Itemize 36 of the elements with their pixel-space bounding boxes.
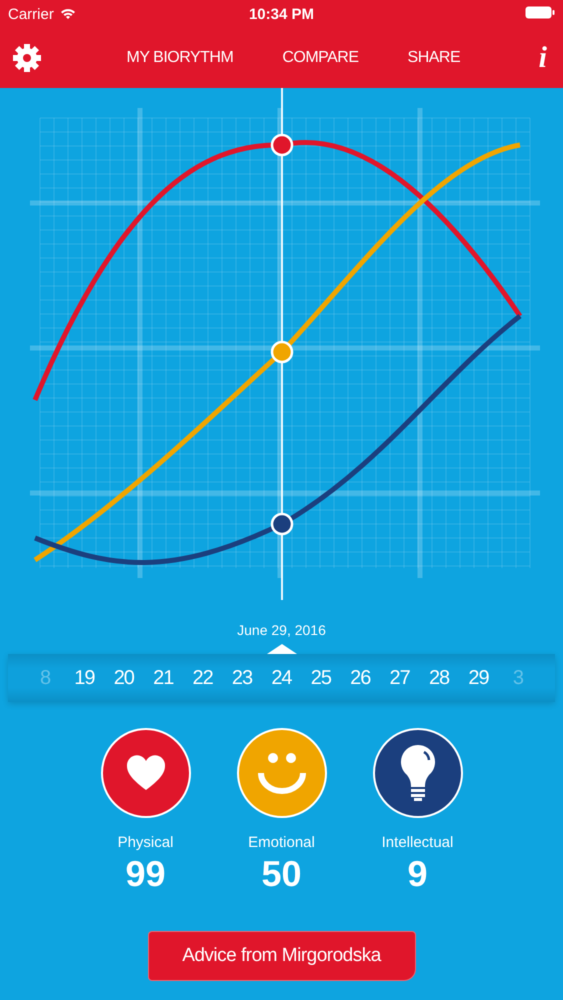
date-item[interactable]: 24 <box>266 666 296 690</box>
curve-marker <box>270 134 294 156</box>
date-item[interactable]: 27 <box>384 666 415 690</box>
curve-marker <box>270 512 294 536</box>
selected-date: June 29, 2016 <box>237 622 326 638</box>
wifi-icon <box>60 8 76 20</box>
metric-value: 9 <box>407 853 428 895</box>
date-item[interactable]: 21 <box>148 666 178 690</box>
heart-icon <box>126 755 166 791</box>
settings-icon[interactable] <box>12 43 42 73</box>
info-button[interactable]: i <box>534 41 551 75</box>
date-pointer-icon <box>266 644 296 654</box>
advice-button[interactable]: Advice from Mirgorodska <box>148 931 416 981</box>
date-item[interactable]: 19 <box>69 666 100 690</box>
date-item[interactable]: 23 <box>227 666 258 690</box>
smiley-icon <box>256 751 306 795</box>
date-item[interactable]: 29 <box>463 666 494 690</box>
battery-icon <box>525 6 555 18</box>
carrier-label: Carrier <box>8 6 54 22</box>
metric-value: 50 <box>261 853 302 895</box>
metric-name: Intellectual <box>382 834 454 851</box>
date-item[interactable]: 22 <box>188 666 218 690</box>
metric-name: Emotional <box>248 834 315 851</box>
status-time: 10:34 PM <box>248 6 314 22</box>
curve-marker <box>270 340 294 364</box>
date-item[interactable]: 26 <box>345 666 376 690</box>
date-item[interactable]: 25 <box>306 666 336 690</box>
nav-tab[interactable]: COMPARE <box>280 45 361 71</box>
metric-value: 99 <box>125 853 166 895</box>
date-item[interactable]: 20 <box>108 666 139 690</box>
date-item[interactable]: 28 <box>424 666 454 690</box>
date-strip[interactable]: 8 19 20 21 22 23 24 25 26 27 28 29 3 <box>8 654 555 702</box>
metric-name: Physical <box>118 834 174 851</box>
nav-tab[interactable]: MY BIORYTHM <box>124 45 236 71</box>
light-bulb-icon <box>400 744 436 802</box>
nav-tab[interactable]: SHARE <box>406 45 462 71</box>
